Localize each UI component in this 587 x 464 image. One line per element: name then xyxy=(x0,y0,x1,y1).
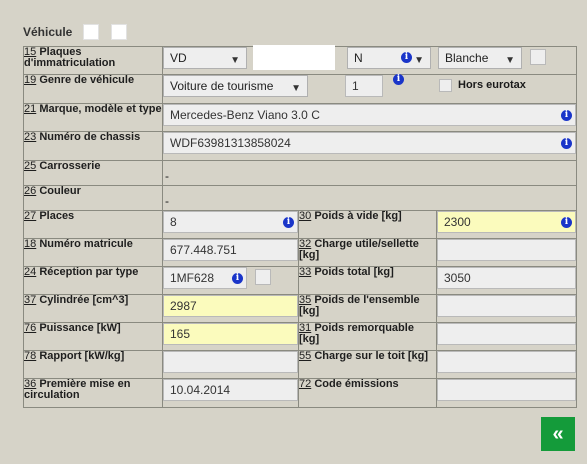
canton-select[interactable]: VD ▼ xyxy=(163,47,247,69)
label-poids-vide: 30 Poids à vide [kg] xyxy=(298,210,437,239)
matricule-input[interactable]: 677.448.751 xyxy=(163,239,298,261)
label-rapport: 78 Rapport [kW/kg] xyxy=(23,350,163,379)
chevron-down-icon: ▼ xyxy=(414,55,424,66)
label-poids-ensemble: 35 Poids de l'ensemble [kg] xyxy=(298,294,437,323)
marque-input[interactable]: Mercedes-Benz Viano 3.0 Ci xyxy=(163,104,577,126)
poids-ensemble-input[interactable] xyxy=(437,295,577,317)
label-charge-utile: 32 Charge utile/sellette [kg] xyxy=(298,238,437,267)
puissance-input[interactable]: 165 xyxy=(163,323,298,345)
vehicle-qty-input[interactable]: 1 xyxy=(345,75,383,97)
label-premiere-mise: 36 Première mise en circulation xyxy=(23,378,163,408)
poids-vide-input[interactable]: 2300 i xyxy=(437,211,577,233)
hors-eurotax-checkbox[interactable] xyxy=(439,79,452,92)
label-places: 27 Places xyxy=(23,210,163,239)
info-icon[interactable]: i xyxy=(401,52,412,63)
label-chassis: 23 Numéro de chassis xyxy=(23,131,163,161)
label-reception: 24 Réception par type xyxy=(23,266,163,295)
chassis-input[interactable]: WDF63981313858024 i xyxy=(163,132,577,154)
chevron-down-icon: ▼ xyxy=(505,55,515,66)
label-puissance: 76 Puissance [kW] xyxy=(23,322,163,351)
label-code-emissions: 72 Code émissions xyxy=(298,378,437,408)
label-matricule: 18 Numéro matricule xyxy=(23,238,163,267)
code-emissions-input[interactable] xyxy=(437,379,577,401)
label-charge-toit: 55 Charge sur le toit [kg] xyxy=(298,350,437,379)
premiere-mise-input[interactable]: 10.04.2014 xyxy=(163,379,298,401)
info-icon[interactable]: i xyxy=(393,74,404,85)
label-marque: 21 Marque, modèle et type xyxy=(23,103,163,132)
header-toggle-2[interactable] xyxy=(111,24,128,40)
carrosserie-value: - xyxy=(165,169,169,183)
back-button[interactable]: « xyxy=(541,417,575,451)
label-poids-remorquable: 31 Poids remorquable [kg] xyxy=(298,322,437,351)
vehicle-form: 15 Plaques d'immatriculation VD ▼ N i ▼ B… xyxy=(23,45,578,408)
vehicle-type-select[interactable]: Voiture de tourisme ▼ xyxy=(163,75,308,97)
plate-color-select[interactable]: Blanche ▼ xyxy=(438,47,522,69)
label-poids-total: 33 Poids total [kg] xyxy=(298,266,437,295)
reception-input[interactable]: 1MF628 i xyxy=(163,267,247,289)
info-icon[interactable]: i xyxy=(232,273,243,284)
charge-toit-input[interactable] xyxy=(437,351,577,373)
label-couleur: 26 Couleur xyxy=(23,185,163,211)
label-genre: 19 Genre de véhicule xyxy=(23,74,163,104)
charge-utile-input[interactable] xyxy=(437,239,577,261)
reception-checkbox[interactable] xyxy=(255,269,271,285)
info-icon[interactable]: i xyxy=(283,217,294,228)
places-input[interactable]: 8i xyxy=(163,211,298,233)
plate-number-input[interactable] xyxy=(253,45,335,70)
info-icon[interactable]: i xyxy=(561,217,573,228)
section-header: Véhicule xyxy=(23,22,128,42)
poids-remorquable-input[interactable] xyxy=(437,323,577,345)
plate-checkbox[interactable] xyxy=(530,49,546,65)
plate-type-select[interactable]: N i ▼ xyxy=(347,47,431,69)
poids-total-input[interactable]: 3050 xyxy=(437,267,577,289)
info-icon[interactable]: i xyxy=(561,138,573,149)
section-title: Véhicule xyxy=(23,25,73,39)
label-carrosserie: 25 Carrosserie xyxy=(23,160,163,186)
info-icon[interactable]: i xyxy=(561,110,573,121)
header-toggle-1[interactable] xyxy=(83,24,100,40)
chevron-down-icon: ▼ xyxy=(291,83,301,94)
rapport-input[interactable] xyxy=(163,351,298,373)
label-cylindree: 37 Cylindrée [cm^3] xyxy=(23,294,163,323)
chevron-down-icon: ▼ xyxy=(230,55,240,66)
hors-eurotax-label: Hors eurotax xyxy=(458,79,526,91)
label-plaques: 15 Plaques d'immatriculation xyxy=(23,46,163,75)
couleur-value: - xyxy=(165,194,169,208)
cylindree-input[interactable]: 2987 xyxy=(163,295,298,317)
